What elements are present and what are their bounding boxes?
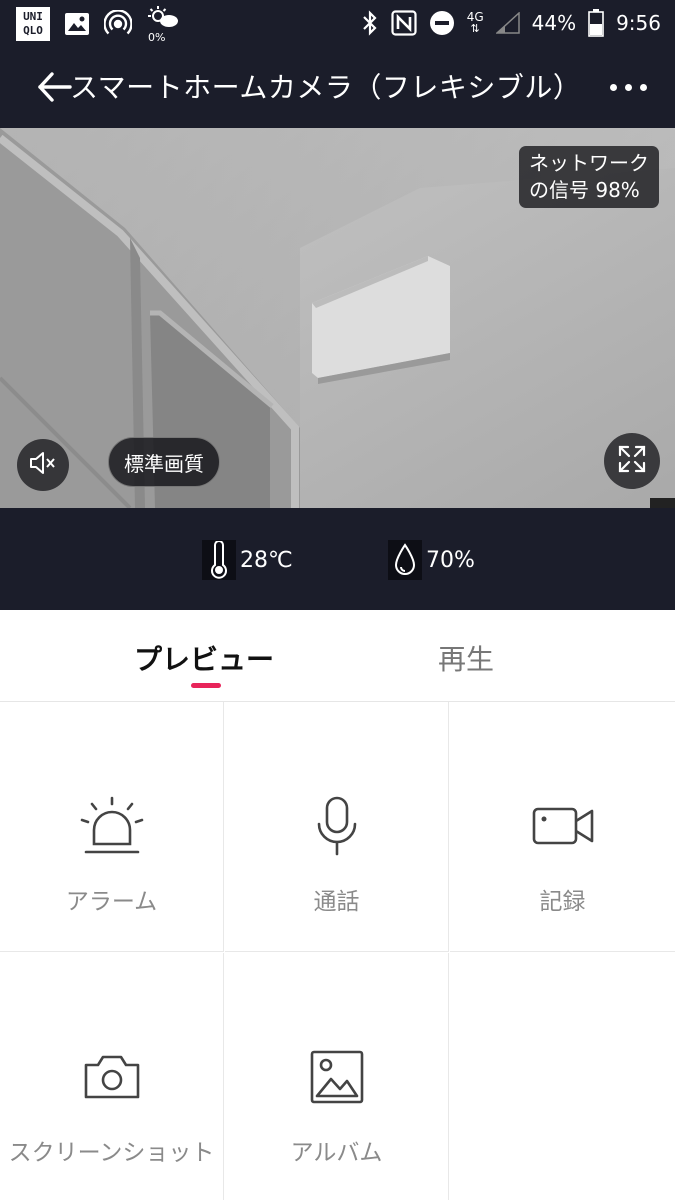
weather-icon: 0% — [146, 6, 180, 44]
sensor-readings-bar: 28℃ 70% — [0, 508, 675, 610]
tab-playback[interactable]: 再生 — [438, 638, 494, 678]
talk-button[interactable]: 通話 — [225, 702, 449, 952]
uniqlo-app-icon: UNI QLO — [16, 7, 50, 41]
screenshot-button[interactable]: スクリーンショット — [0, 953, 224, 1200]
back-arrow-icon[interactable] — [36, 70, 72, 104]
network-4g-icon: 4G ⇅ — [466, 10, 484, 35]
humidity-value: 70% — [426, 547, 475, 573]
active-tab-indicator — [191, 683, 221, 688]
gallery-notification-icon — [64, 12, 90, 36]
record-label: 記録 — [539, 889, 586, 915]
thermometer-icon — [202, 540, 236, 580]
talk-label: 通話 — [313, 889, 360, 915]
screenshot-label: スクリーンショット — [8, 1140, 215, 1166]
humidity-reading: 70% — [388, 540, 475, 580]
mode-tabs: プレビュー 再生 — [0, 610, 675, 702]
page-title: スマートホームカメラ（フレキシブル） — [70, 71, 582, 104]
water-drop-icon — [388, 540, 422, 580]
battery-icon — [588, 9, 604, 37]
more-options-icon[interactable] — [610, 84, 647, 91]
album-label: アルバム — [290, 1140, 383, 1166]
signal-label-line1: ネットワーク — [529, 151, 649, 175]
image-icon — [305, 1045, 369, 1109]
alarm-button[interactable]: アラーム — [0, 702, 224, 952]
fullscreen-expand-icon — [617, 444, 647, 478]
status-bar: UNI QLO 0% 4G ⇅ 44% 9:56 — [0, 0, 675, 46]
camera-icon — [80, 1045, 144, 1109]
mute-button[interactable] — [17, 439, 69, 491]
temperature-reading: 28℃ — [202, 540, 293, 580]
signal-label-line2: の信号 98% — [529, 178, 640, 202]
network-signal-badge: ネットワーク の信号 98% — [519, 146, 659, 208]
do-not-disturb-icon — [429, 10, 455, 36]
weather-percent: 0% — [148, 31, 166, 44]
video-quality-button[interactable]: 標準画質 — [108, 437, 220, 487]
clock: 9:56 — [616, 11, 661, 35]
camera-video-feed[interactable]: ネットワーク の信号 98% 標準画質 — [0, 128, 675, 508]
signal-strength-icon — [495, 12, 520, 34]
tab-preview[interactable]: プレビュー — [134, 638, 274, 678]
alarm-label: アラーム — [65, 889, 158, 915]
app-header: スマートホームカメラ（フレキシブル） — [0, 46, 675, 128]
bluetooth-icon — [361, 9, 379, 37]
battery-percent: 44% — [531, 11, 577, 35]
speaker-muted-icon — [28, 450, 58, 480]
nfc-icon — [391, 10, 417, 36]
microphone-icon — [305, 794, 369, 858]
video-camera-icon — [531, 794, 595, 858]
temperature-value: 28℃ — [240, 547, 293, 573]
album-button[interactable]: アルバム — [225, 953, 449, 1200]
fullscreen-button[interactable] — [604, 433, 660, 489]
alarm-light-icon — [80, 794, 144, 858]
controls-grid: アラーム 通話 記録 スクリーンショット アルバム — [0, 702, 675, 1200]
record-button[interactable]: 記録 — [450, 702, 675, 952]
hotspot-icon — [104, 10, 132, 38]
